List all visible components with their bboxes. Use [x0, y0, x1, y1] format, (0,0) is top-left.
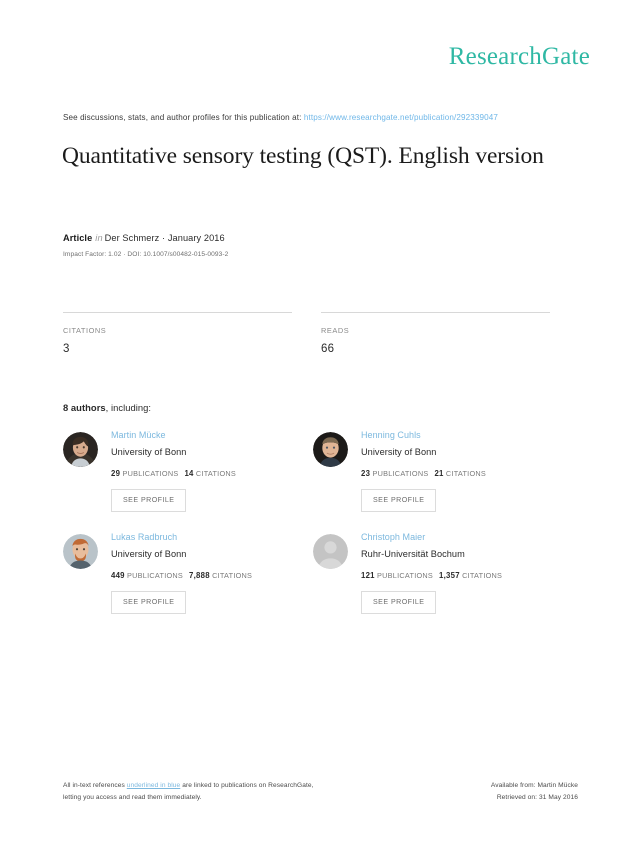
- stat-citations: CITATIONS 3: [63, 312, 292, 355]
- author-metrics: 121 PUBLICATIONS 1,357 CITATIONS: [361, 571, 502, 580]
- avatar-placeholder-icon[interactable]: [313, 534, 348, 569]
- authors-grid: Martin Mücke University of Bonn 29 PUBLI…: [63, 429, 553, 633]
- publications-count: 449: [111, 570, 125, 580]
- footer-note: All in-text references underlined in blu…: [63, 780, 314, 804]
- citations-label: CITATIONS: [195, 468, 237, 478]
- author-info: Christoph Maier Ruhr-Universität Bochum …: [361, 531, 502, 614]
- stat-label: CITATIONS: [63, 326, 107, 335]
- authors-suffix: , including:: [105, 402, 152, 413]
- author-affiliation: University of Bonn: [111, 548, 187, 559]
- stat-reads: READS 66: [321, 312, 550, 355]
- author-card: Lukas Radbruch University of Bonn 449 PU…: [63, 531, 313, 633]
- citations-count: 14: [184, 468, 194, 478]
- author-name-link[interactable]: Martin Mücke: [111, 430, 236, 441]
- stat-value: 66: [321, 343, 335, 355]
- divider: [321, 312, 550, 313]
- citations-count: 7,888: [189, 570, 210, 580]
- author-affiliation: University of Bonn: [111, 446, 187, 457]
- retrieved-on: Retrieved on: 31 May 2016: [496, 794, 578, 802]
- page-title: Quantitative sensory testing (QST). Engl…: [62, 143, 544, 169]
- avatar-martin-mucke[interactable]: [63, 432, 98, 467]
- page-footer: All in-text references underlined in blu…: [63, 780, 578, 804]
- citations-label: CITATIONS: [212, 570, 253, 580]
- divider: [63, 312, 292, 313]
- author-metrics: 23 PUBLICATIONS 21 CITATIONS: [361, 469, 486, 478]
- citations-label: CITATIONS: [445, 468, 487, 478]
- avatar-henning-cuhls[interactable]: [313, 432, 348, 467]
- footer-note-line2: letting you access and read them immedia…: [63, 794, 202, 802]
- author-info: Martin Mücke University of Bonn 29 PUBLI…: [111, 429, 236, 512]
- author-card: Henning Cuhls University of Bonn 23 PUBL…: [313, 429, 563, 531]
- stat-label: READS: [321, 326, 350, 335]
- author-affiliation: University of Bonn: [361, 446, 437, 457]
- publications-label: PUBLICATIONS: [122, 468, 179, 478]
- footer-underlined-link[interactable]: underlined in blue: [127, 782, 181, 789]
- stats-row: CITATIONS 3 READS 66: [63, 312, 550, 355]
- author-info: Henning Cuhls University of Bonn 23 PUBL…: [361, 429, 486, 512]
- publications-label: PUBLICATIONS: [372, 468, 429, 478]
- authors-word: authors: [70, 402, 106, 413]
- byline-in-word: in: [95, 233, 103, 243]
- author-info: Lukas Radbruch University of Bonn 449 PU…: [111, 531, 252, 614]
- researchgate-logo[interactable]: ResearchGate: [449, 43, 590, 70]
- author-card: Christoph Maier Ruhr-Universität Bochum …: [313, 531, 563, 633]
- footer-note-part1: All in-text references: [63, 782, 127, 789]
- see-profile-button[interactable]: SEE PROFILE: [361, 488, 437, 512]
- brand-row: ResearchGate: [0, 44, 590, 69]
- publication-link-line: See discussions, stats, and author profi…: [63, 113, 578, 122]
- see-profile-button[interactable]: SEE PROFILE: [111, 488, 187, 512]
- available-from: Available from: Martin Mücke: [490, 782, 578, 789]
- citations-label: CITATIONS: [462, 570, 503, 580]
- author-metrics: 29 PUBLICATIONS 14 CITATIONS: [111, 469, 236, 478]
- article-type-label: Article: [63, 233, 93, 243]
- author-name-link[interactable]: Christoph Maier: [361, 532, 502, 543]
- citations-count: 1,357: [439, 570, 460, 580]
- author-card: Martin Mücke University of Bonn 29 PUBLI…: [63, 429, 313, 531]
- publications-count: 121: [361, 570, 375, 580]
- publication-url-link[interactable]: https://www.researchgate.net/publication…: [304, 113, 498, 122]
- stat-value: 3: [63, 343, 70, 355]
- impact-factor-doi: Impact Factor: 1.02 · DOI: 10.1007/s0048…: [63, 251, 229, 258]
- publication-cover-page: ResearchGate See discussions, stats, and…: [0, 0, 638, 846]
- avatar-lukas-radbruch[interactable]: [63, 534, 98, 569]
- authors-header: 8 authors, including:: [63, 402, 151, 413]
- lead-text: See discussions, stats, and author profi…: [63, 113, 302, 122]
- author-metrics: 449 PUBLICATIONS 7,888 CITATIONS: [111, 571, 252, 580]
- author-name-link[interactable]: Lukas Radbruch: [111, 532, 252, 543]
- citations-count: 21: [434, 468, 444, 478]
- publications-count: 29: [111, 468, 121, 478]
- article-venue-date: Der Schmerz · January 2016: [104, 233, 225, 243]
- publications-label: PUBLICATIONS: [377, 570, 434, 580]
- publications-label: PUBLICATIONS: [127, 570, 184, 580]
- authors-count: 8: [63, 402, 69, 413]
- see-profile-button[interactable]: SEE PROFILE: [361, 590, 437, 614]
- see-profile-button[interactable]: SEE PROFILE: [111, 590, 187, 614]
- author-affiliation: Ruhr-Universität Bochum: [361, 548, 465, 559]
- article-byline: Article in Der Schmerz · January 2016: [63, 233, 225, 243]
- footer-availability: Available from: Martin Mücke Retrieved o…: [491, 780, 578, 804]
- publications-count: 23: [361, 468, 371, 478]
- author-name-link[interactable]: Henning Cuhls: [361, 430, 486, 441]
- footer-note-part2: are linked to publications on ResearchGa…: [180, 782, 314, 789]
